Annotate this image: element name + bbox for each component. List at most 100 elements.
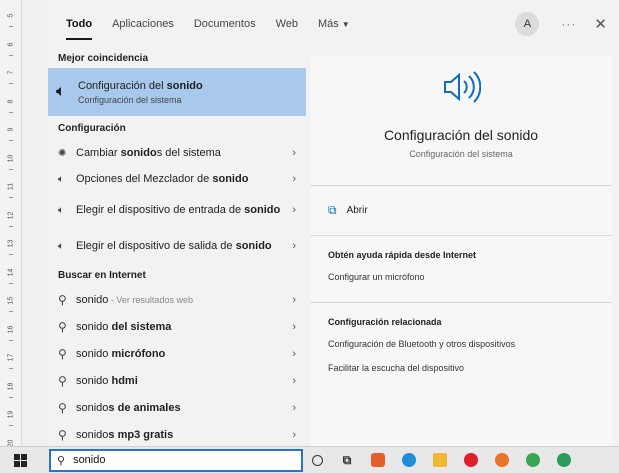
ruler-mark — [9, 425, 13, 426]
cortana-icon[interactable] — [312, 454, 323, 466]
search-icon: ⚲ — [57, 454, 66, 467]
settings-item[interactable]: 🔈︎ Elegir el dispositivo de salida de son… — [48, 228, 306, 264]
taskbar: ⚲ sonido ⧉ — [0, 446, 619, 473]
tab-mas[interactable]: Más ▼ — [318, 0, 350, 48]
web-result-label: sonidos de animales — [76, 401, 286, 415]
ruler-number: 18 — [7, 382, 15, 390]
related-link-hearing[interactable]: Facilitar la escucha del dispositivo — [328, 363, 594, 373]
preview-pane: Configuración del sonido Configuración d… — [310, 56, 612, 446]
opera-browser-icon[interactable] — [464, 453, 478, 467]
tab-documentos[interactable]: Documentos — [194, 0, 256, 48]
web-result-label: sonido micrófono — [76, 347, 286, 361]
ruler-number: 6 — [7, 42, 15, 46]
label-bold-part: micrófono — [111, 347, 166, 360]
label-part: sonido — [76, 428, 109, 441]
system-sound-icon: ✺ — [58, 147, 67, 159]
screen: 5 6 7 8 9 10 11 12 13 14 15 16 17 18 19 20 Todo Aplicac… — [0, 0, 619, 473]
web-result-item[interactable]: ⚲ sonidos mp3 gratis › — [48, 421, 306, 446]
section-best-match: Mejor coincidencia — [58, 52, 149, 64]
best-match-text: Configuración del sonido Configuración d… — [78, 80, 203, 105]
related-link-bluetooth[interactable]: Configuración de Bluetooth y otros dispo… — [328, 339, 594, 349]
taskbar-search-input[interactable]: ⚲ sonido — [49, 448, 303, 472]
ruler-mark — [9, 26, 13, 27]
web-result-item[interactable]: ⚲ sonido hdmi › — [48, 367, 306, 394]
label-bold-part: sonido — [120, 147, 157, 159]
best-match-item[interactable]: 🔈︎ Configuración del sonido Configuració… — [48, 68, 306, 116]
chevron-right-icon: › — [292, 293, 296, 306]
ruler-number: 13 — [7, 239, 15, 248]
task-view-icon[interactable]: ⧉ — [340, 453, 354, 467]
ruler-mark — [9, 111, 13, 113]
edge-browser-icon[interactable] — [402, 453, 416, 467]
ruler-mark — [9, 140, 13, 141]
web-result-item[interactable]: ⚲ sonido - Ver resultados web › — [48, 286, 306, 313]
brave-browser-icon[interactable] — [371, 453, 385, 467]
file-explorer-icon[interactable] — [433, 453, 447, 467]
start-search-panel: Todo Aplicaciones Documentos Web Más ▼ A … — [48, 0, 619, 446]
ruler-number: 9 — [7, 127, 15, 132]
label-part: Opciones del Mezclador de — [76, 173, 213, 185]
search-icon: ⚲ — [58, 346, 67, 361]
web-result-item[interactable]: ⚲ sonidos de animales › — [48, 394, 306, 421]
open-icon: ⧉ — [328, 203, 337, 217]
windows-start-icon[interactable] — [14, 453, 36, 467]
ruler-mark — [9, 311, 13, 312]
chevron-right-icon: › — [292, 347, 296, 360]
ruler-number: 5 — [7, 13, 15, 18]
web-result-item[interactable]: ⚲ sonido del sistema › — [48, 313, 306, 340]
tab-mas-label: Más — [318, 18, 339, 30]
ruler-number: 17 — [7, 353, 15, 362]
tab-aplicaciones[interactable]: Aplicaciones — [112, 0, 174, 48]
best-match-subtitle: Configuración del sistema — [78, 94, 182, 105]
ruler-number: 15 — [7, 296, 15, 305]
firefox-browser-icon[interactable] — [495, 453, 509, 467]
settings-item[interactable]: 🔈︎ Opciones del Mezclador de sonido › — [48, 166, 306, 192]
search-icon: ⚲ — [58, 400, 67, 415]
close-button[interactable]: ✕ — [594, 15, 607, 33]
search-icon: ⚲ — [58, 373, 67, 388]
ruler-mark — [9, 83, 13, 84]
open-action[interactable]: ⧉ Abrir — [310, 186, 612, 236]
search-icon: ⚲ — [58, 427, 67, 442]
ruler-mark — [9, 339, 13, 341]
more-options-button[interactable]: ··· — [561, 17, 576, 31]
results-list: Mejor coincidencia 🔈︎ Configuración del … — [48, 48, 306, 446]
label-bold-part: sonido — [244, 204, 281, 216]
chevron-right-icon: › — [292, 401, 296, 414]
tab-todo[interactable]: Todo — [66, 0, 93, 48]
ruler-mark — [9, 225, 13, 227]
preview-title: Configuración del sonido — [383, 127, 539, 143]
chevron-down-icon: ▼ — [341, 19, 350, 29]
help-heading: Obtén ayuda rápida desde Internet — [328, 250, 477, 260]
ruler-number: 10 — [7, 154, 15, 162]
tab-web[interactable]: Web — [276, 0, 298, 48]
ruler-number: 16 — [7, 325, 15, 333]
label-bold-part: del sistema — [111, 320, 172, 333]
web-result-label: sonidos mp3 gratis — [76, 428, 286, 442]
ruler-number: 7 — [7, 70, 15, 75]
chevron-right-icon: › — [292, 428, 296, 441]
best-match-title-bold: sonido — [166, 79, 203, 92]
taskbar-search-value: sonido — [73, 454, 106, 466]
label-bold-part: s de animales — [108, 401, 181, 414]
search-icon: ⚲ — [58, 292, 67, 307]
preview-subtitle: Configuración del sistema — [409, 149, 513, 159]
label-muted-part: - Ver resultados web — [108, 294, 193, 305]
help-link[interactable]: Configurar un micrófono — [328, 272, 594, 282]
ruler-mark — [9, 368, 13, 369]
settings-list: ✺ Cambiar sonidos del sistema › 🔈︎ Opciones … — [48, 140, 306, 264]
section-settings: Configuración — [58, 122, 126, 134]
search-tabs: Todo Aplicaciones Documentos Web Más ▼ A … — [48, 0, 619, 48]
label-bold-part: hdmi — [111, 374, 138, 387]
label-part: sonido — [76, 401, 109, 414]
ruler-mark — [9, 396, 13, 398]
section-web: Buscar en Internet — [58, 269, 146, 281]
settings-item[interactable]: ✺ Cambiar sonidos del sistema › — [48, 140, 306, 166]
web-result-item[interactable]: ⚲ sonido micrófono › — [48, 340, 306, 367]
settings-item[interactable]: 🔈︎ Elegir el dispositivo de entrada de so… — [48, 192, 306, 228]
label-part: sonido — [76, 293, 109, 306]
chrome-browser-icon[interactable] — [526, 453, 540, 467]
speaker-icon: 🔈︎ — [56, 83, 66, 100]
chrome-beta-browser-icon[interactable] — [557, 453, 571, 467]
avatar[interactable]: A — [515, 12, 540, 36]
